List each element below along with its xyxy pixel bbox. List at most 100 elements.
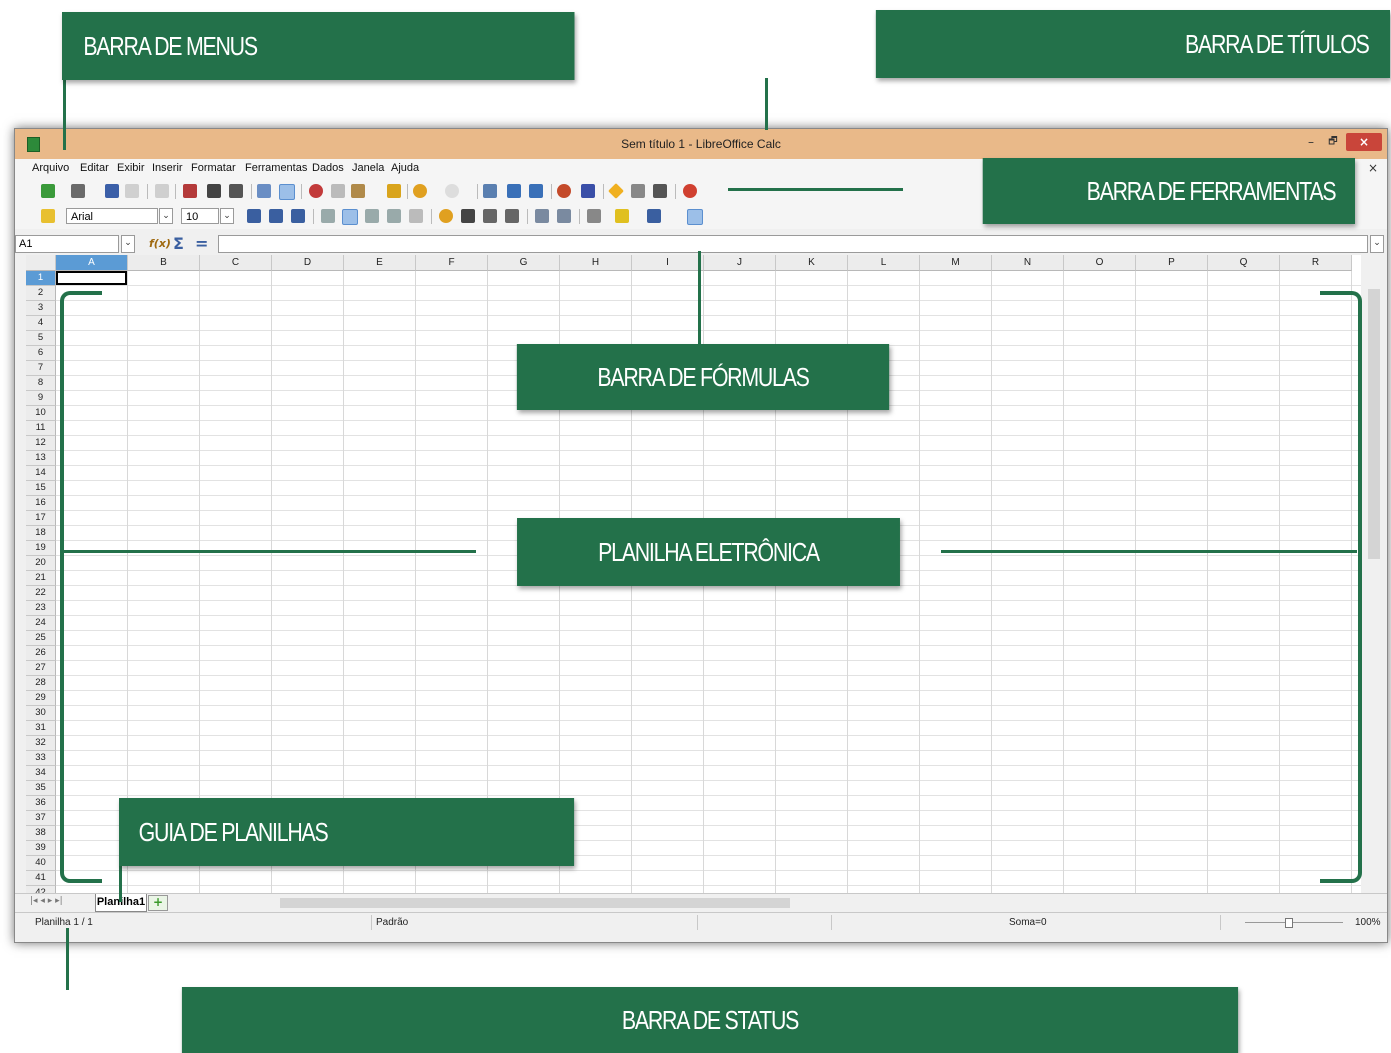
column-header[interactable]: L — [848, 255, 920, 271]
add-sheet-button[interactable]: + — [148, 895, 168, 911]
font-size-box[interactable]: 10 — [181, 208, 219, 224]
cut-icon[interactable] — [309, 184, 323, 198]
equals-icon[interactable]: = — [195, 234, 208, 253]
italic-icon[interactable] — [269, 209, 283, 223]
row-header[interactable]: 1 — [26, 271, 56, 286]
selected-cell-a1[interactable] — [56, 271, 127, 285]
row-header[interactable]: 11 — [26, 421, 56, 436]
row-header[interactable]: 4 — [26, 316, 56, 331]
row-header[interactable]: 14 — [26, 466, 56, 481]
justify-icon[interactable] — [387, 209, 401, 223]
zoom-slider[interactable] — [1245, 922, 1343, 923]
column-header[interactable]: G — [488, 255, 560, 271]
horizontal-scroll-thumb[interactable] — [280, 898, 790, 908]
minimize-button[interactable]: – — [1302, 133, 1320, 151]
row-header[interactable]: 19 — [26, 541, 56, 556]
row-header[interactable]: 24 — [26, 616, 56, 631]
menu-formatar[interactable]: Formatar — [191, 162, 236, 174]
corner-select-all[interactable] — [26, 255, 56, 271]
column-header[interactable]: A — [56, 255, 128, 271]
row-header[interactable]: 42 — [26, 886, 56, 893]
row-header[interactable]: 23 — [26, 601, 56, 616]
row-header[interactable]: 35 — [26, 781, 56, 796]
font-color-icon[interactable] — [647, 209, 661, 223]
percent-icon[interactable] — [461, 209, 475, 223]
menu-ferramentas[interactable]: Ferramentas — [245, 162, 307, 174]
menu-arquivo[interactable]: Arquivo — [32, 162, 69, 174]
row-header[interactable]: 15 — [26, 481, 56, 496]
underline-icon[interactable] — [291, 209, 305, 223]
menu-ajuda[interactable]: Ajuda — [391, 162, 419, 174]
column-header[interactable]: B — [128, 255, 200, 271]
row-header[interactable]: 13 — [26, 451, 56, 466]
font-name-box[interactable]: Arial — [66, 208, 158, 224]
increase-indent-icon[interactable] — [557, 209, 571, 223]
row-header[interactable]: 12 — [26, 436, 56, 451]
data-sources-icon[interactable] — [653, 184, 667, 198]
column-header[interactable]: H — [560, 255, 632, 271]
align-right-icon[interactable] — [365, 209, 379, 223]
font-name-dropdown[interactable]: ⌄ — [159, 208, 173, 224]
vertical-scrollbar[interactable] — [1361, 255, 1387, 893]
row-header[interactable]: 31 — [26, 721, 56, 736]
row-header[interactable]: 21 — [26, 571, 56, 586]
undo-icon[interactable] — [413, 184, 427, 198]
row-header[interactable]: 28 — [26, 676, 56, 691]
row-header[interactable]: 33 — [26, 751, 56, 766]
zoom-slider-thumb[interactable] — [1285, 918, 1293, 928]
print-preview-icon[interactable] — [229, 184, 243, 198]
close-document-icon[interactable]: × — [1368, 161, 1378, 175]
copy-icon[interactable] — [331, 184, 345, 198]
open-icon[interactable] — [71, 184, 85, 198]
row-header[interactable]: 36 — [26, 796, 56, 811]
decrease-indent-icon[interactable] — [535, 209, 549, 223]
edit-mode-icon[interactable] — [155, 184, 169, 198]
row-header[interactable]: 8 — [26, 376, 56, 391]
redo-icon[interactable] — [445, 184, 459, 198]
column-header[interactable]: N — [992, 255, 1064, 271]
column-header[interactable]: C — [200, 255, 272, 271]
row-header[interactable]: 20 — [26, 556, 56, 571]
row-header[interactable]: 38 — [26, 826, 56, 841]
row-header[interactable]: 10 — [26, 406, 56, 421]
new-document-icon[interactable] — [41, 184, 55, 198]
menu-dados[interactable]: Dados — [312, 162, 344, 174]
column-header[interactable]: D — [272, 255, 344, 271]
sort-ascending-icon[interactable] — [507, 184, 521, 198]
email-icon[interactable] — [125, 184, 139, 198]
spellcheck-icon[interactable] — [257, 184, 271, 198]
column-header[interactable]: O — [1064, 255, 1136, 271]
borders-icon[interactable] — [587, 209, 601, 223]
save-icon[interactable] — [105, 184, 119, 198]
column-header[interactable]: F — [416, 255, 488, 271]
grid-lines-icon[interactable] — [687, 209, 703, 225]
expand-formula-bar-button[interactable]: ⌄ — [1370, 235, 1384, 253]
column-header[interactable]: Q — [1208, 255, 1280, 271]
formula-input[interactable] — [218, 235, 1368, 253]
row-header[interactable]: 27 — [26, 661, 56, 676]
merge-cells-icon[interactable] — [409, 209, 423, 223]
row-header[interactable]: 17 — [26, 511, 56, 526]
close-button[interactable]: × — [1346, 133, 1382, 151]
function-wizard-icon[interactable]: f(x) — [149, 237, 171, 250]
add-decimal-icon[interactable] — [483, 209, 497, 223]
pivot-table-icon[interactable] — [581, 184, 595, 198]
find-replace-icon[interactable] — [483, 184, 497, 198]
font-size-dropdown[interactable]: ⌄ — [220, 208, 234, 224]
row-header[interactable]: 9 — [26, 391, 56, 406]
row-header[interactable]: 7 — [26, 361, 56, 376]
column-header[interactable]: E — [344, 255, 416, 271]
menu-exibir[interactable]: Exibir — [117, 162, 145, 174]
row-header[interactable]: 3 — [26, 301, 56, 316]
vertical-scroll-thumb[interactable] — [1368, 289, 1380, 559]
row-header[interactable]: 37 — [26, 811, 56, 826]
row-header[interactable]: 2 — [26, 286, 56, 301]
delete-decimal-icon[interactable] — [505, 209, 519, 223]
row-header[interactable]: 26 — [26, 646, 56, 661]
row-header[interactable]: 5 — [26, 331, 56, 346]
navigator-icon[interactable] — [608, 183, 624, 199]
column-header[interactable]: P — [1136, 255, 1208, 271]
row-header[interactable]: 18 — [26, 526, 56, 541]
column-header[interactable]: R — [1280, 255, 1352, 271]
horizontal-scrollbar[interactable] — [270, 896, 1358, 909]
